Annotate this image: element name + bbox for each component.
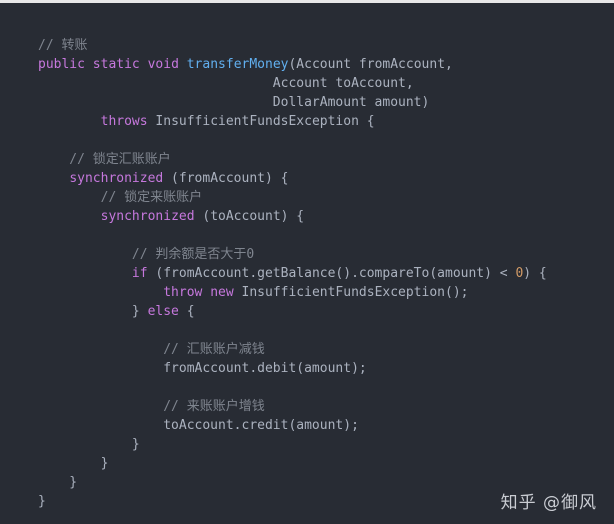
code-line: throw new InsufficientFundsException(); (0, 283, 614, 302)
code-token: DollarAmount amount) (38, 95, 430, 110)
code-token: // 锁定来账账户 (38, 190, 203, 205)
code-token: void (147, 57, 179, 72)
code-token: (Account fromAccount, (288, 57, 453, 72)
code-line: // 汇账账户减钱 (0, 340, 614, 359)
code-line: synchronized (fromAccount) { (0, 169, 614, 188)
code-token: if (131, 266, 148, 281)
code-token: (toAccount) { (194, 209, 305, 224)
code-line: throws InsufficientFundsException { (0, 112, 614, 131)
code-block-panel: // 转账 public static void transferMoney(Ac… (0, 3, 614, 524)
code-token: } (38, 304, 148, 319)
code-token: // 来账账户增钱 (38, 399, 265, 414)
code-line: public static void transferMoney(Account… (0, 55, 614, 74)
code-token: fromAccount.debit(amount); (38, 361, 367, 376)
code-token: static (92, 57, 140, 72)
code-token: (fromAccount.getBalance().compareTo(amou… (147, 266, 516, 281)
code-token: throws (100, 114, 148, 129)
code-token: public (38, 57, 85, 72)
code-line: // 锁定来账账户 (0, 188, 614, 207)
code-token: // 锁定汇账账户 (38, 152, 171, 167)
code-token: // 转账 (38, 38, 88, 53)
code-token: } (38, 437, 140, 452)
code-token: throw (163, 285, 203, 300)
code-line: // 判余额是否大于0 (0, 245, 614, 264)
code-token: InsufficientFundsException { (147, 114, 375, 129)
code-token: else (147, 304, 179, 319)
code-line: fromAccount.debit(amount); (0, 359, 614, 378)
code-line: } else { (0, 302, 614, 321)
code-line: // 来账账户增钱 (0, 397, 614, 416)
code-line: // 转账 (0, 36, 614, 55)
code-token: { (178, 304, 195, 319)
code-token: (fromAccount) { (163, 171, 289, 186)
watermark-label: 知乎 @御风 (500, 493, 597, 513)
code-token: } (38, 456, 109, 471)
code-line: if (fromAccount.getBalance().compareTo(a… (0, 264, 614, 283)
code-token: transferMoney (186, 57, 289, 72)
code-token: synchronized (69, 171, 164, 186)
code-token: new (210, 285, 234, 300)
code-line: // 锁定汇账账户 (0, 150, 614, 169)
code-token: Account toAccount, (38, 76, 414, 91)
code-line: Account toAccount, (0, 74, 614, 93)
code-line: synchronized (toAccount) { (0, 207, 614, 226)
code-screenshot: // 转账 public static void transferMoney(Ac… (0, 0, 614, 524)
source-code-listing[interactable]: // 转账 public static void transferMoney(Ac… (0, 3, 614, 511)
code-token: ) { (523, 266, 547, 281)
code-token: // 汇账账户减钱 (38, 342, 265, 357)
code-token: // 判余额是否大于0 (38, 247, 255, 262)
code-line: } (0, 454, 614, 473)
code-token: } (38, 494, 46, 509)
code-token: } (38, 475, 78, 490)
code-line: DollarAmount amount) (0, 93, 614, 112)
code-token: toAccount.credit(amount); (38, 418, 359, 433)
code-token: synchronized (100, 209, 195, 224)
code-token: InsufficientFundsException(); (233, 285, 469, 300)
code-line: } (0, 435, 614, 454)
code-line: toAccount.credit(amount); (0, 416, 614, 435)
